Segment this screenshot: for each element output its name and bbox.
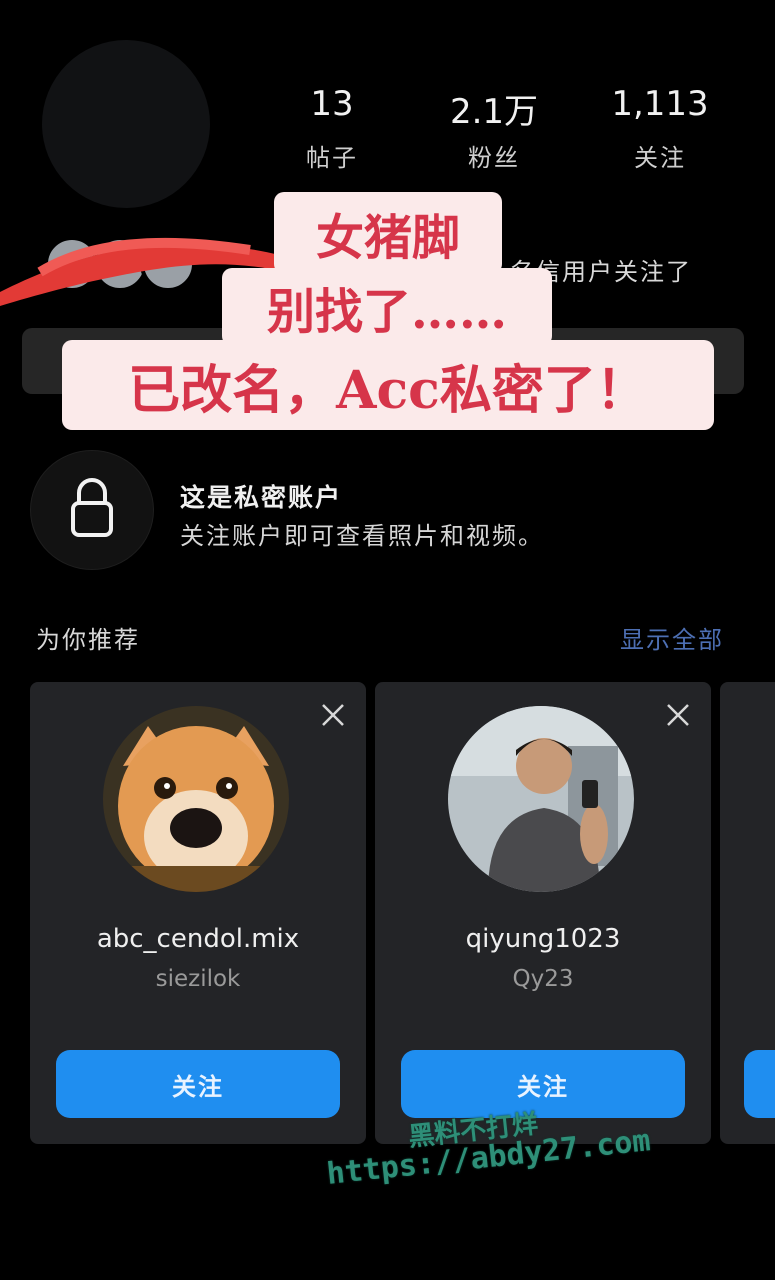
recommendation-card[interactable]: abc_cendol.mix siezilok 关注 xyxy=(30,682,366,1144)
recommended-display-name: Qy23 xyxy=(512,966,574,992)
caption-line-3: 已改名，Acc私密了！ xyxy=(62,340,714,430)
see-all-link[interactable]: 显示全部 xyxy=(620,620,724,655)
private-account-title: 这是私密账户 xyxy=(180,483,343,512)
follow-button[interactable]: 关注 xyxy=(56,1050,340,1118)
recommended-username[interactable]: abc_cendol.mix xyxy=(30,924,366,954)
followers-label[interactable]: 粉丝 xyxy=(434,138,554,173)
followers-count: 2.1万 xyxy=(449,92,539,132)
following-count: 1,113 xyxy=(611,84,709,124)
close-icon[interactable] xyxy=(318,700,348,730)
recommended-display-name: siezilok xyxy=(155,966,241,992)
recommendation-card[interactable]: qiyung1023 Qy23 关注 xyxy=(375,682,711,1144)
close-icon[interactable] xyxy=(663,700,693,730)
caption-line-2: 别找了…… xyxy=(222,268,552,346)
private-account-description: 关注账户即可查看照片和视频。 xyxy=(180,522,544,550)
follow-button-partial[interactable] xyxy=(744,1050,775,1118)
following-label[interactable]: 关注 xyxy=(600,138,720,173)
recommended-username[interactable]: qiyung1023 xyxy=(375,924,711,954)
recommended-user-avatar[interactable] xyxy=(448,706,634,892)
fox-photo xyxy=(103,706,289,892)
gym-selfie-photo xyxy=(448,706,634,892)
posts-count: 13 xyxy=(310,84,354,124)
caption-line-1: 女猪脚 xyxy=(274,192,502,274)
profile-avatar[interactable] xyxy=(42,40,210,208)
recommendations-title: 为你推荐 xyxy=(36,626,140,654)
lock-icon xyxy=(71,478,113,537)
private-account-badge xyxy=(30,450,154,570)
follow-button[interactable]: 关注 xyxy=(401,1050,685,1118)
recommended-user-avatar[interactable] xyxy=(103,706,289,892)
posts-label[interactable]: 帖子 xyxy=(272,138,392,173)
